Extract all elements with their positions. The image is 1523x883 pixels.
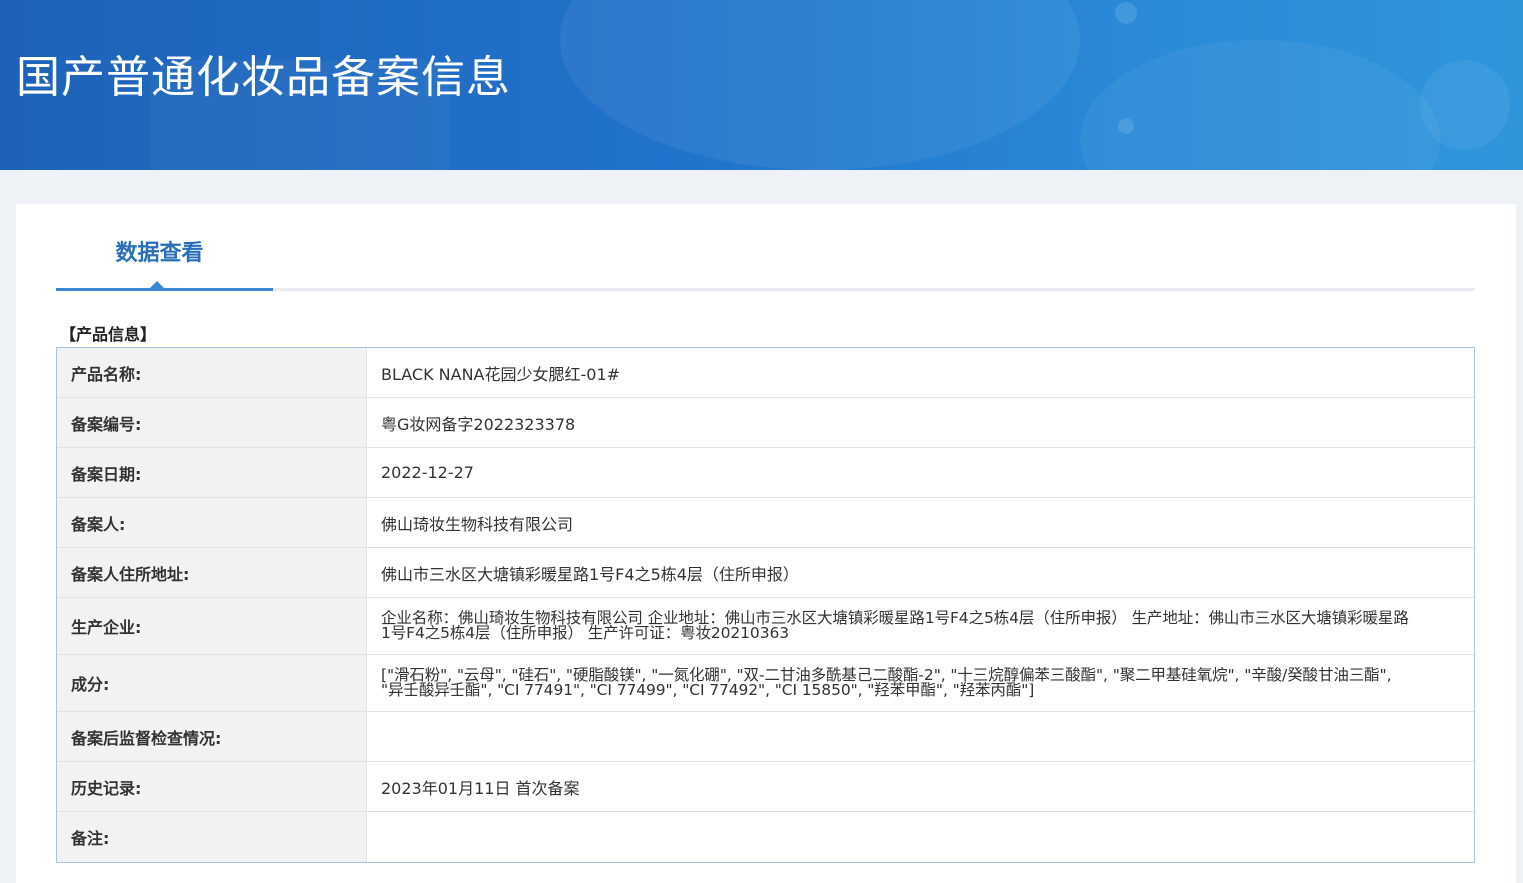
tab-active-underline: [56, 288, 273, 291]
row-value: BLACK NANA花园少女腮红-01#: [381, 364, 621, 384]
row-label: 备注:: [57, 812, 367, 862]
content-card: 数据查看 【产品信息】 产品名称: BLACK NANA花园少女腮红-01# 备…: [16, 204, 1516, 883]
banner-decoration: [1080, 40, 1440, 170]
row-value: 2022-12-27: [381, 463, 474, 482]
row-value: 佛山琦妆生物科技有限公司: [381, 514, 574, 534]
row-label: 备案编号:: [57, 398, 367, 447]
banner-decoration: [1115, 2, 1137, 24]
row-label: 备案人住所地址:: [57, 548, 367, 597]
banner-decoration: [560, 0, 1080, 170]
row-label: 历史记录:: [57, 762, 367, 811]
table-row-record-number: 备案编号: 粤G妆网备字2022323378: [57, 398, 1474, 448]
caret-up-icon: [150, 281, 164, 288]
row-value: 2023年01月11日 首次备案: [381, 778, 580, 798]
row-value: 企业名称：佛山琦妆生物科技有限公司 企业地址：佛山市三水区大塘镇彩暖星路1号F4…: [381, 609, 1409, 642]
table-row-record-date: 备案日期: 2022-12-27: [57, 448, 1474, 498]
banner-decoration: [1420, 60, 1510, 150]
table-row-manufacturer: 生产企业: 企业名称：佛山琦妆生物科技有限公司 企业地址：佛山市三水区大塘镇彩暖…: [57, 598, 1474, 655]
tab-data-view[interactable]: 数据查看: [56, 234, 273, 291]
row-value: 佛山市三水区大塘镇彩暖星路1号F4之5栋4层（住所申报）: [381, 564, 799, 584]
page-title: 国产普通化妆品备案信息: [16, 52, 511, 103]
table-row-registrant: 备案人: 佛山琦妆生物科技有限公司: [57, 498, 1474, 548]
row-label: 备案人:: [57, 498, 367, 547]
table-row-product-name: 产品名称: BLACK NANA花园少女腮红-01#: [57, 348, 1474, 398]
row-label: 成分:: [57, 655, 367, 711]
row-value: 粤G妆网备字2022323378: [381, 414, 576, 434]
table-row-inspection: 备案后监督检查情况:: [57, 712, 1474, 762]
row-value: ["滑石粉", "云母", "硅石", "硬脂酸镁", "一氮化硼", "双-二…: [381, 666, 1392, 699]
section-title-product-info: 【产品信息】: [60, 325, 157, 344]
row-label: 备案日期:: [57, 448, 367, 497]
row-label: 备案后监督检查情况:: [57, 712, 367, 761]
row-label: 产品名称:: [57, 348, 367, 397]
row-label: 生产企业:: [57, 598, 367, 654]
tab-data-view-label: 数据查看: [115, 241, 204, 266]
product-info-table: 产品名称: BLACK NANA花园少女腮红-01# 备案编号: 粤G妆网备字2…: [56, 347, 1475, 863]
banner-decoration: [1118, 118, 1134, 134]
table-row-ingredients: 成分: ["滑石粉", "云母", "硅石", "硬脂酸镁", "一氮化硼", …: [57, 655, 1474, 712]
row-value: [367, 712, 1474, 761]
table-row-registrant-address: 备案人住所地址: 佛山市三水区大塘镇彩暖星路1号F4之5栋4层（住所申报）: [57, 548, 1474, 598]
table-row-remarks: 备注:: [57, 812, 1474, 862]
row-value: [367, 812, 1474, 862]
header-banner: 国产普通化妆品备案信息: [0, 0, 1523, 170]
table-row-history: 历史记录: 2023年01月11日 首次备案: [57, 762, 1474, 812]
